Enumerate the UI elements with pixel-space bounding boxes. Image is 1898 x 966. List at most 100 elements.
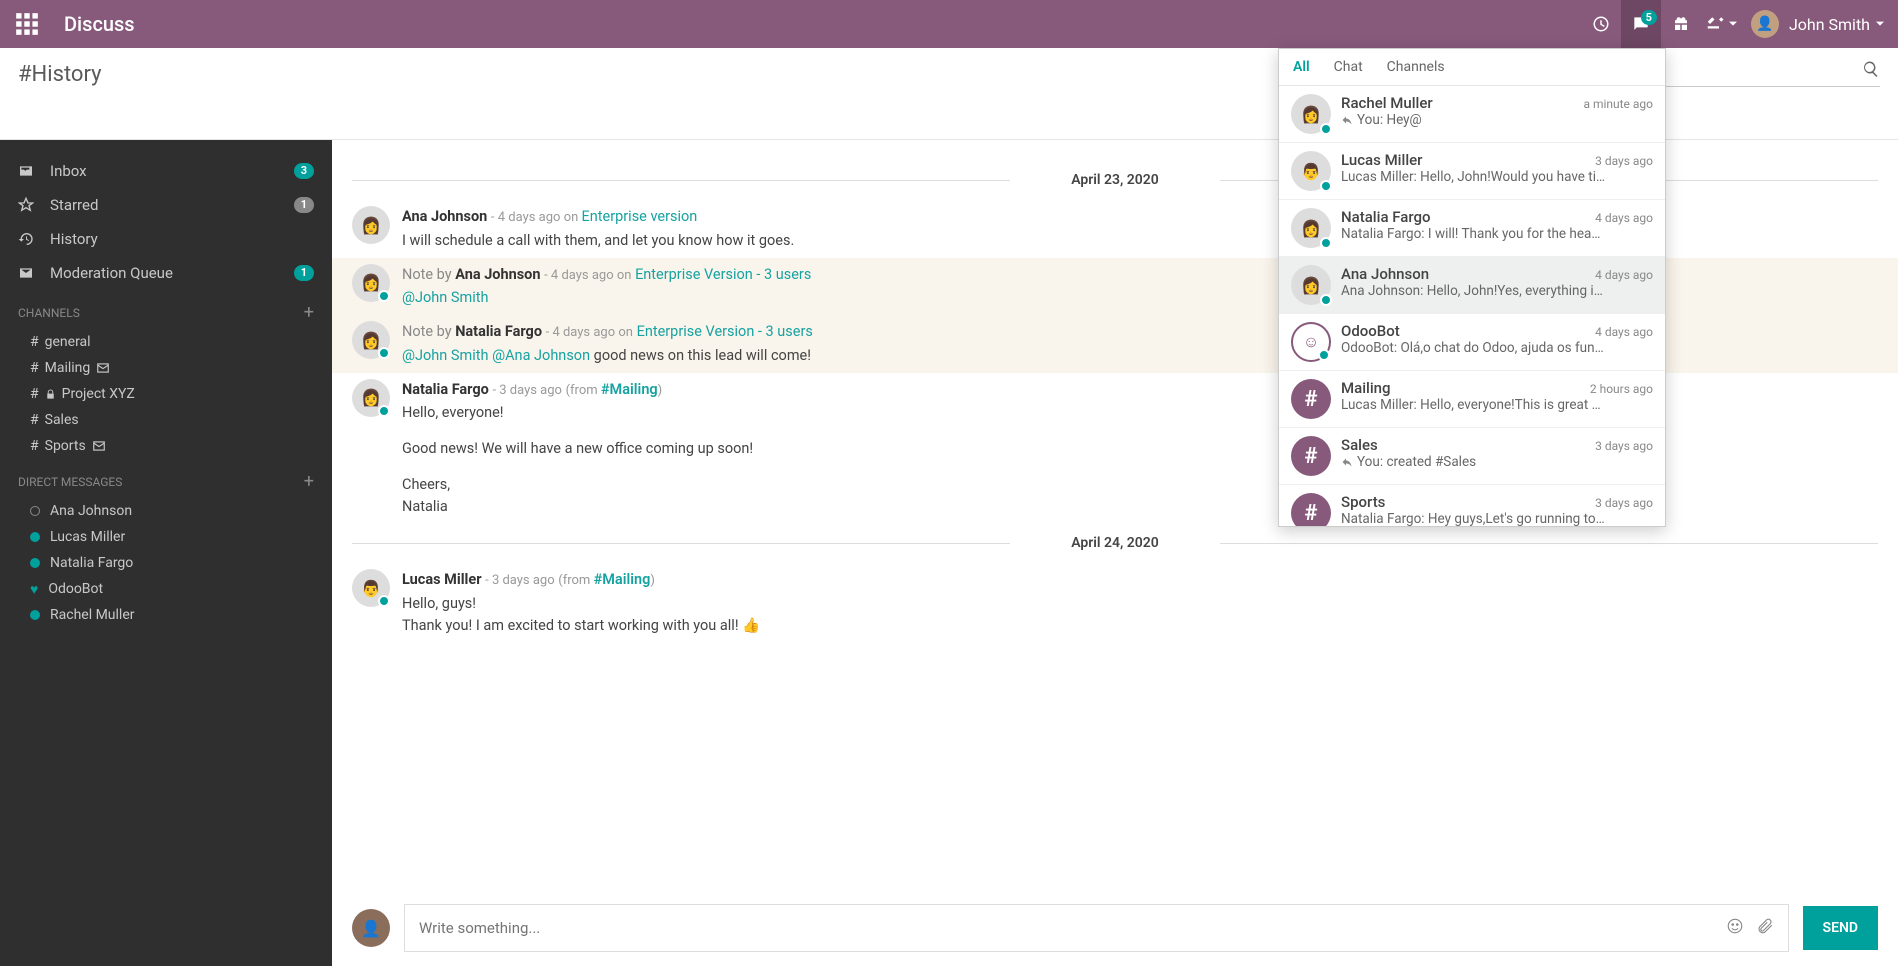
presence-dot-icon: [378, 290, 390, 302]
dd-avatar-channel: #: [1291, 493, 1331, 526]
dm-rachel[interactable]: Rachel Muller: [0, 602, 332, 628]
channel-mailing[interactable]: #Mailing: [0, 355, 332, 381]
message-author: Ana Johnson: [455, 266, 540, 283]
bot-heart-icon: ♥: [30, 581, 38, 598]
channel-sales[interactable]: #Sales: [0, 407, 332, 433]
mail-icon: [92, 439, 106, 453]
composer-input[interactable]: [419, 919, 1714, 937]
dropdown-list[interactable]: 👩 Rachel Mullera minute ago You: Hey@ 👨 …: [1279, 86, 1665, 526]
date-separator: April 24, 2020: [332, 535, 1898, 551]
presence-dot-icon: [378, 347, 390, 359]
mail-icon: [96, 361, 110, 375]
activity-icon[interactable]: [1581, 0, 1621, 48]
presence-dot-icon: [378, 595, 390, 607]
apps-icon[interactable]: [14, 11, 40, 37]
presence-online-icon: [30, 610, 40, 620]
topbar: Discuss 5 👤 John Smith: [0, 0, 1898, 48]
message-avatar[interactable]: 👨: [352, 569, 390, 607]
sidebar-history[interactable]: History: [0, 222, 332, 256]
message-author: Natalia Fargo: [402, 381, 489, 398]
message-time: - 4 days ago on: [491, 210, 582, 225]
dropdown-item[interactable]: 👩 Rachel Mullera minute ago You: Hey@: [1279, 86, 1665, 143]
dm-lucas[interactable]: Lucas Miller: [0, 524, 332, 550]
record-link[interactable]: Enterprise version: [582, 208, 698, 225]
dropdown-tab-chat[interactable]: Chat: [1334, 59, 1363, 75]
messages-badge: 5: [1641, 10, 1657, 25]
tools-icon[interactable]: [1701, 0, 1741, 48]
channels-header: CHANNELS +: [0, 290, 332, 329]
channel-general[interactable]: #general: [0, 329, 332, 355]
history-icon: [18, 231, 38, 247]
user-menu[interactable]: 👤 John Smith: [1751, 10, 1884, 38]
message: 👨 Lucas Miller - 3 days ago (from #Maili…: [332, 563, 1898, 642]
presence-online-icon: [30, 558, 40, 568]
user-name: John Smith: [1789, 15, 1870, 34]
inbox-badge: 3: [294, 163, 314, 179]
dropdown-item[interactable]: # Sales3 days ago You: created #Sales: [1279, 428, 1665, 485]
global-search-icon[interactable]: [1862, 60, 1880, 83]
messages-icon[interactable]: 5: [1621, 0, 1661, 48]
add-dm-button[interactable]: +: [304, 471, 314, 492]
reply-icon: [1341, 114, 1353, 126]
sidebar: Inbox 3 Starred 1 History Moderation Que…: [0, 140, 332, 966]
star-icon: [18, 197, 38, 213]
dropdown-item[interactable]: # Sports3 days ago Natalia Fargo: Hey gu…: [1279, 485, 1665, 526]
channel-sports[interactable]: #Sports: [0, 433, 332, 459]
message-author: Natalia Fargo: [455, 323, 542, 340]
record-link[interactable]: Enterprise Version - 3 users: [635, 266, 811, 283]
dd-avatar: 👩: [1291, 208, 1331, 248]
attach-icon[interactable]: [1756, 917, 1774, 939]
inbox-icon: [18, 163, 38, 179]
messages-dropdown: All Chat Channels 👩 Rachel Mullera minut…: [1278, 48, 1666, 527]
dropdown-item[interactable]: 👩 Natalia Fargo4 days ago Natalia Fargo:…: [1279, 200, 1665, 257]
channel-link[interactable]: #Mailing: [594, 571, 651, 588]
dm-odoobot[interactable]: ♥OdooBot: [0, 576, 332, 602]
dd-avatar: 👨: [1291, 151, 1331, 191]
dm-ana[interactable]: Ana Johnson: [0, 498, 332, 524]
message-avatar[interactable]: 👩: [352, 321, 390, 359]
dd-avatar: ☺: [1291, 322, 1331, 362]
dd-avatar: 👩: [1291, 265, 1331, 305]
dropdown-tab-all[interactable]: All: [1293, 59, 1310, 75]
dm-natalia[interactable]: Natalia Fargo: [0, 550, 332, 576]
add-channel-button[interactable]: +: [304, 302, 314, 323]
moderation-badge: 1: [294, 265, 314, 281]
dropdown-item[interactable]: 👩 Ana Johnson4 days ago Ana Johnson: Hel…: [1279, 257, 1665, 314]
dd-avatar: 👩: [1291, 94, 1331, 134]
mention[interactable]: @John Smith: [402, 289, 488, 306]
mention[interactable]: @John Smith: [402, 347, 488, 364]
presence-dot-icon: [378, 405, 390, 417]
dm-header: DIRECT MESSAGES +: [0, 459, 332, 498]
channel-project[interactable]: # Project XYZ: [0, 381, 332, 407]
sidebar-moderation[interactable]: Moderation Queue 1: [0, 256, 332, 290]
send-button[interactable]: SEND: [1803, 906, 1878, 950]
dropdown-item[interactable]: # Mailing2 hours ago Lucas Miller: Hello…: [1279, 371, 1665, 428]
message-author: Lucas Miller: [402, 571, 482, 588]
presence-online-icon: [30, 532, 40, 542]
starred-badge: 1: [294, 197, 314, 213]
message-avatar[interactable]: 👩: [352, 206, 390, 244]
breadcrumb: #History: [18, 62, 102, 87]
composer-avatar: 👤: [352, 909, 390, 947]
channel-link[interactable]: #Mailing: [601, 381, 658, 398]
envelope-icon: [18, 265, 38, 281]
sidebar-inbox[interactable]: Inbox 3: [0, 154, 332, 188]
dd-avatar-channel: #: [1291, 436, 1331, 476]
gift-icon[interactable]: [1661, 0, 1701, 48]
message-avatar[interactable]: 👩: [352, 379, 390, 417]
dropdown-tab-channels[interactable]: Channels: [1387, 59, 1445, 75]
dd-avatar-channel: #: [1291, 379, 1331, 419]
user-avatar: 👤: [1751, 10, 1779, 38]
message-avatar[interactable]: 👩: [352, 264, 390, 302]
composer: 👤 SEND: [332, 890, 1898, 966]
sidebar-starred[interactable]: Starred 1: [0, 188, 332, 222]
lock-icon: [45, 389, 56, 400]
app-title: Discuss: [64, 12, 135, 36]
record-link[interactable]: Enterprise Version - 3 users: [637, 323, 813, 340]
reply-icon: [1341, 456, 1353, 468]
dropdown-item[interactable]: 👨 Lucas Miller3 days ago Lucas Miller: H…: [1279, 143, 1665, 200]
dropdown-item[interactable]: ☺ OdooBot4 days ago OdooBot: Olá,o chat …: [1279, 314, 1665, 371]
emoji-icon[interactable]: [1726, 917, 1744, 939]
mention[interactable]: @Ana Johnson: [492, 347, 590, 364]
presence-offline-icon: [30, 506, 40, 516]
